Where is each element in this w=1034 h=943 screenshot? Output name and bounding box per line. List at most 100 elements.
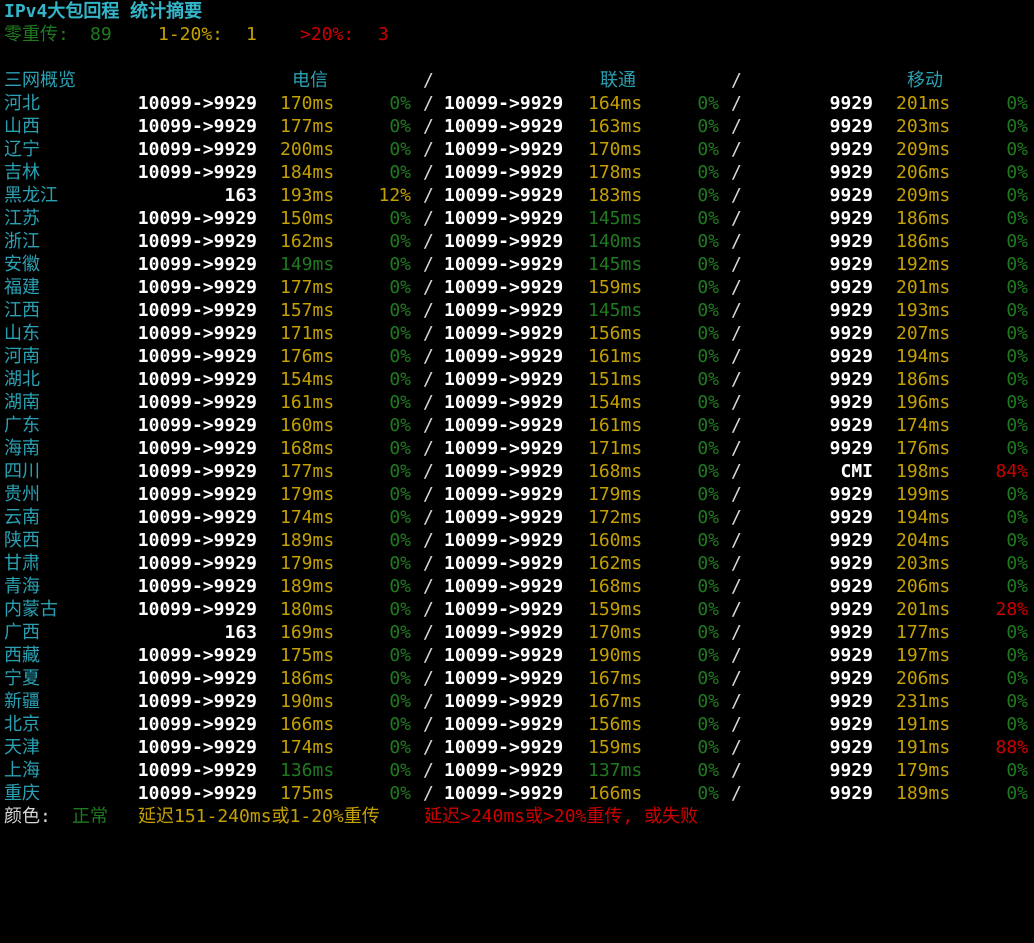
mobile-loss: 0% xyxy=(1006,484,1028,505)
table-row: 青海 10099->9929 189ms 0% / 10099->9929 168ms 0% /… xyxy=(0,575,1034,598)
telecom-loss: 0% xyxy=(389,116,411,137)
mobile-loss: 0% xyxy=(1006,438,1028,459)
mobile-loss: 0% xyxy=(1006,277,1028,298)
high-retrans-label: >20%: xyxy=(300,24,355,45)
sep-1: / xyxy=(423,346,434,367)
row-region: 吉林 xyxy=(4,162,40,183)
telecom-latency: 175ms xyxy=(280,783,335,804)
mobile-route: 9929 xyxy=(829,622,873,643)
telecom-latency: 169ms xyxy=(280,622,335,643)
telecom-loss: 0% xyxy=(389,507,411,528)
telecom-latency: 166ms xyxy=(280,714,335,735)
sep-2: / xyxy=(731,461,742,482)
telecom-loss: 0% xyxy=(389,139,411,160)
unicom-loss: 0% xyxy=(697,438,719,459)
table-row: 宁夏 10099->9929 186ms 0% / 10099->9929 167ms 0% /… xyxy=(0,667,1034,690)
unicom-route: 10099->9929 xyxy=(444,530,564,551)
unicom-loss: 0% xyxy=(697,599,719,620)
row-region: 新疆 xyxy=(4,691,40,712)
row-region: 江苏 xyxy=(4,208,40,229)
sep-1: / xyxy=(423,231,434,252)
unicom-latency: 156ms xyxy=(588,323,643,344)
sep-1: / xyxy=(423,185,434,206)
telecom-loss: 0% xyxy=(389,760,411,781)
mobile-route: 9929 xyxy=(829,231,873,252)
telecom-route: 163 xyxy=(224,622,257,643)
unicom-latency: 156ms xyxy=(588,714,643,735)
sep-1: / xyxy=(423,484,434,505)
unicom-latency: 159ms xyxy=(588,599,643,620)
unicom-route: 10099->9929 xyxy=(444,208,564,229)
mobile-loss: 0% xyxy=(1006,760,1028,781)
telecom-loss: 0% xyxy=(389,346,411,367)
telecom-loss: 0% xyxy=(389,668,411,689)
unicom-latency: 145ms xyxy=(588,254,643,275)
row-region: 河北 xyxy=(4,93,40,114)
header-sep-1: / xyxy=(423,70,434,91)
row-region: 内蒙古 xyxy=(4,599,58,620)
unicom-loss: 0% xyxy=(697,300,719,321)
row-region: 宁夏 xyxy=(4,668,40,689)
sep-1: / xyxy=(423,553,434,574)
mobile-route: 9929 xyxy=(829,668,873,689)
mobile-route: 9929 xyxy=(829,162,873,183)
telecom-route: 10099->9929 xyxy=(137,530,257,551)
sep-2: / xyxy=(731,277,742,298)
telecom-loss: 0% xyxy=(389,553,411,574)
mobile-latency: 201ms xyxy=(896,277,951,298)
table-row: 陕西 10099->9929 189ms 0% / 10099->9929 160ms 0% /… xyxy=(0,529,1034,552)
header-sep-2: / xyxy=(731,70,742,91)
telecom-route: 10099->9929 xyxy=(137,645,257,666)
mobile-route: 9929 xyxy=(829,93,873,114)
row-region: 西藏 xyxy=(4,645,40,666)
legend-label: 颜色: xyxy=(4,806,51,827)
telecom-loss: 12% xyxy=(378,185,411,206)
telecom-route: 10099->9929 xyxy=(137,668,257,689)
row-region: 山西 xyxy=(4,116,40,137)
table-row: 重庆 10099->9929 175ms 0% / 10099->9929 166ms 0% /… xyxy=(0,782,1034,805)
sep-2: / xyxy=(731,530,742,551)
sep-1: / xyxy=(423,737,434,758)
telecom-latency: 136ms xyxy=(280,760,335,781)
unicom-latency: 167ms xyxy=(588,691,643,712)
mobile-latency: 179ms xyxy=(896,760,951,781)
mobile-latency: 177ms xyxy=(896,622,951,643)
telecom-route: 10099->9929 xyxy=(137,231,257,252)
mobile-route: 9929 xyxy=(829,691,873,712)
telecom-loss: 0% xyxy=(389,714,411,735)
telecom-latency: 189ms xyxy=(280,530,335,551)
mobile-loss: 0% xyxy=(1006,622,1028,643)
unicom-route: 10099->9929 xyxy=(444,668,564,689)
legend-line: 颜色: 正常 延迟151-240ms或1-20%重传 延迟>240ms或>20%… xyxy=(0,805,1034,828)
sep-2: / xyxy=(731,323,742,344)
telecom-route: 10099->9929 xyxy=(137,162,257,183)
sep-1: / xyxy=(423,645,434,666)
telecom-route: 10099->9929 xyxy=(137,415,257,436)
sep-1: / xyxy=(423,622,434,643)
sep-2: / xyxy=(731,208,742,229)
unicom-route: 10099->9929 xyxy=(444,645,564,666)
telecom-loss: 0% xyxy=(389,691,411,712)
mobile-loss: 0% xyxy=(1006,392,1028,413)
sep-2: / xyxy=(731,116,742,137)
sep-2: / xyxy=(731,300,742,321)
mobile-route: 9929 xyxy=(829,645,873,666)
unicom-route: 10099->9929 xyxy=(444,507,564,528)
telecom-loss: 0% xyxy=(389,783,411,804)
sep-2: / xyxy=(731,760,742,781)
mobile-route: 9929 xyxy=(829,369,873,390)
unicom-latency: 159ms xyxy=(588,737,643,758)
telecom-route: 10099->9929 xyxy=(137,484,257,505)
terminal-window: IPv4大包回程 统计摘要 零重传: 89 1-20%: 1 >20%: 3 三… xyxy=(0,0,1034,828)
mobile-latency: 186ms xyxy=(896,369,951,390)
sep-1: / xyxy=(423,438,434,459)
sep-1: / xyxy=(423,507,434,528)
telecom-route: 10099->9929 xyxy=(137,691,257,712)
table-row: 黑龙江 163 193ms 12% / 10099->9929 183ms 0% / 9929 20… xyxy=(0,184,1034,207)
table-row: 上海 10099->9929 136ms 0% / 10099->9929 137ms 0% /… xyxy=(0,759,1034,782)
telecom-latency: 160ms xyxy=(280,415,335,436)
telecom-latency: 168ms xyxy=(280,438,335,459)
telecom-loss: 0% xyxy=(389,438,411,459)
mobile-route: 9929 xyxy=(829,208,873,229)
